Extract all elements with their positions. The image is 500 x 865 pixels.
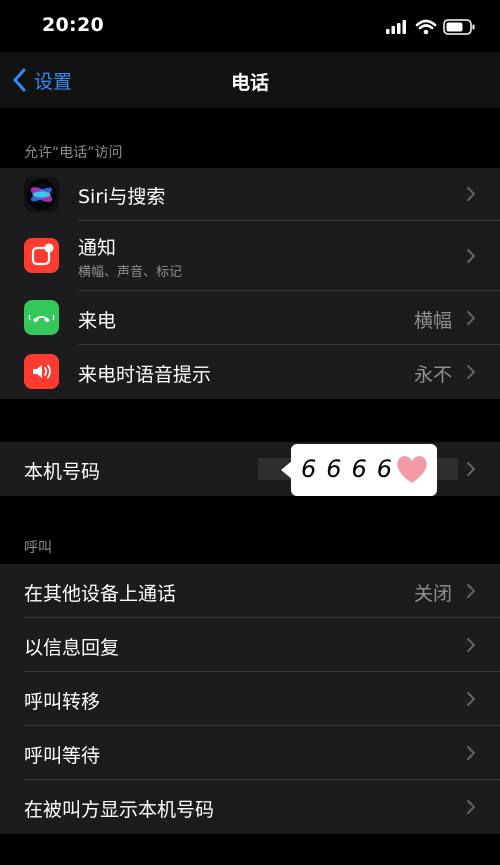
chevron-right-icon [467, 462, 476, 476]
row-sublabel: 横幅、声音、标记 [78, 265, 183, 280]
chevron-right-icon [467, 692, 476, 706]
row-show-caller-id[interactable]: 在被叫方显示本机号码 [0, 780, 500, 834]
row-label: 本机号码 [24, 461, 101, 483]
row-incoming-calls[interactable]: 来电 横幅 [0, 291, 500, 345]
row-label: 通知 [78, 237, 117, 259]
sticker-text: 6666 [301, 455, 403, 483]
row-announce-calls[interactable]: 来电时语音提示 永不 [0, 345, 500, 399]
row-label: 以信息回复 [24, 637, 120, 659]
battery-icon [443, 19, 475, 35]
row-value: 永不 [413, 364, 452, 386]
status-bar: 20:20 [0, 0, 500, 52]
status-icons [386, 17, 476, 37]
row-notifications[interactable]: 通知 横幅、声音、标记 [0, 221, 500, 291]
access-group: Siri与搜索 通知 横幅、声音、标记 来电 横幅 来电时语音提示 永不 [0, 168, 500, 399]
number-cover-sticker: 6666 [291, 444, 437, 496]
row-value: 横幅 [413, 310, 452, 332]
row-label: 呼叫转移 [24, 691, 101, 713]
row-label: Siri与搜索 [78, 186, 166, 208]
calls-group: 在其他设备上通话 关闭 以信息回复 呼叫转移 呼叫等待 在被叫方显示本机号码 [0, 564, 500, 834]
heart-icon [397, 456, 427, 483]
page-title: 电话 [230, 72, 269, 94]
row-call-forwarding[interactable]: 呼叫转移 [0, 672, 500, 726]
chevron-right-icon [467, 584, 476, 598]
status-time: 20:20 [42, 14, 104, 36]
row-label: 来电 [78, 310, 117, 332]
row-calls-on-other-devices[interactable]: 在其他设备上通话 关闭 [0, 564, 500, 618]
section-header-access: 允许“电话”访问 [24, 145, 123, 161]
row-label: 在其他设备上通话 [24, 583, 177, 605]
row-label: 来电时语音提示 [78, 364, 212, 386]
row-label: 在被叫方显示本机号码 [24, 799, 215, 821]
chevron-right-icon [467, 249, 476, 263]
wifi-icon [415, 19, 437, 35]
row-respond-with-text[interactable]: 以信息回复 [0, 618, 500, 672]
row-siri-search[interactable]: Siri与搜索 [0, 168, 500, 221]
row-value: 关闭 [413, 583, 452, 605]
chevron-right-icon [467, 365, 476, 379]
section-header-calls: 呼叫 [24, 540, 52, 556]
navigation-bar: 设置 电话 [0, 52, 500, 108]
siri-icon [24, 177, 59, 212]
phone-call-icon [24, 300, 59, 335]
chevron-right-icon [467, 187, 476, 201]
notification-icon [24, 238, 59, 273]
chevron-right-icon [467, 746, 476, 760]
chevron-right-icon [467, 800, 476, 814]
row-label: 呼叫等待 [24, 745, 101, 767]
chevron-right-icon [467, 311, 476, 325]
cellular-signal-icon [386, 20, 406, 34]
row-call-waiting[interactable]: 呼叫等待 [0, 726, 500, 780]
chevron-right-icon [467, 638, 476, 652]
speaker-icon [24, 354, 59, 389]
